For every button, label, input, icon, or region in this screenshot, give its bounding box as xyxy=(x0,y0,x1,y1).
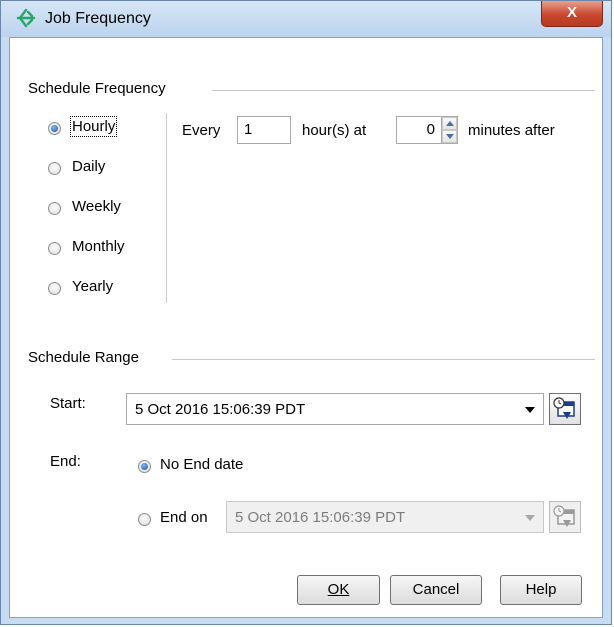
minutes-after-label: minutes after xyxy=(468,122,555,139)
title-bar[interactable]: Job Frequency X xyxy=(1,1,611,37)
calendar-clock-icon xyxy=(553,397,575,419)
radio-no-end-date[interactable] xyxy=(138,460,151,473)
dialog-body: Schedule Frequency Hourly Daily Weekly M… xyxy=(9,37,603,618)
minutes-input[interactable]: 0 xyxy=(396,116,442,144)
radio-no-end-date-label[interactable]: No End date xyxy=(160,456,243,473)
end-label: End: xyxy=(50,453,81,470)
cancel-button[interactable]: Cancel xyxy=(390,575,482,605)
radio-monthly-label[interactable]: Monthly xyxy=(72,238,125,255)
stepper-down-icon[interactable] xyxy=(442,130,457,143)
end-date-value: 5 Oct 2016 15:06:39 PDT xyxy=(235,509,406,526)
help-button[interactable]: Help xyxy=(500,575,582,605)
end-date-dropdown: 5 Oct 2016 15:06:39 PDT xyxy=(226,501,544,533)
dialog-title: Job Frequency xyxy=(45,10,151,27)
stepper-up-icon[interactable] xyxy=(442,117,457,130)
hours-interval-input[interactable]: 1 xyxy=(237,116,291,144)
radio-yearly-label[interactable]: Yearly xyxy=(72,278,113,295)
job-frequency-dialog: Job Frequency X Schedule Frequency Hourl… xyxy=(0,0,612,625)
start-label: Start: xyxy=(50,395,86,412)
close-button[interactable]: X xyxy=(541,1,603,27)
start-date-dropdown[interactable]: 5 Oct 2016 15:06:39 PDT xyxy=(126,393,544,425)
schedule-range-divider xyxy=(172,359,595,360)
radio-monthly[interactable] xyxy=(48,242,61,255)
radio-daily[interactable] xyxy=(48,162,61,175)
schedule-frequency-title: Schedule Frequency xyxy=(28,80,166,97)
radio-yearly[interactable] xyxy=(48,282,61,295)
minutes-stepper[interactable] xyxy=(442,116,458,144)
start-calendar-button[interactable] xyxy=(549,393,581,425)
every-label: Every xyxy=(182,122,221,139)
radio-end-on-label[interactable]: End on xyxy=(160,509,208,526)
end-calendar-button xyxy=(549,501,581,533)
hours-at-label: hour(s) at xyxy=(302,122,367,139)
radio-weekly-label[interactable]: Weekly xyxy=(72,198,121,215)
calendar-clock-icon xyxy=(553,505,575,527)
frequency-options-divider xyxy=(166,113,167,303)
chevron-down-icon xyxy=(525,515,535,521)
ok-button[interactable]: OK xyxy=(297,575,380,605)
radio-end-on[interactable] xyxy=(138,513,151,526)
radio-hourly[interactable] xyxy=(48,122,61,135)
start-date-value: 5 Oct 2016 15:06:39 PDT xyxy=(135,401,306,418)
job-scheduler-icon xyxy=(16,8,36,28)
radio-weekly[interactable] xyxy=(48,202,61,215)
schedule-range-title: Schedule Range xyxy=(28,349,139,366)
radio-daily-label[interactable]: Daily xyxy=(72,158,105,175)
chevron-down-icon[interactable] xyxy=(525,407,535,413)
schedule-frequency-divider xyxy=(212,90,595,91)
radio-hourly-label[interactable]: Hourly xyxy=(69,116,118,137)
